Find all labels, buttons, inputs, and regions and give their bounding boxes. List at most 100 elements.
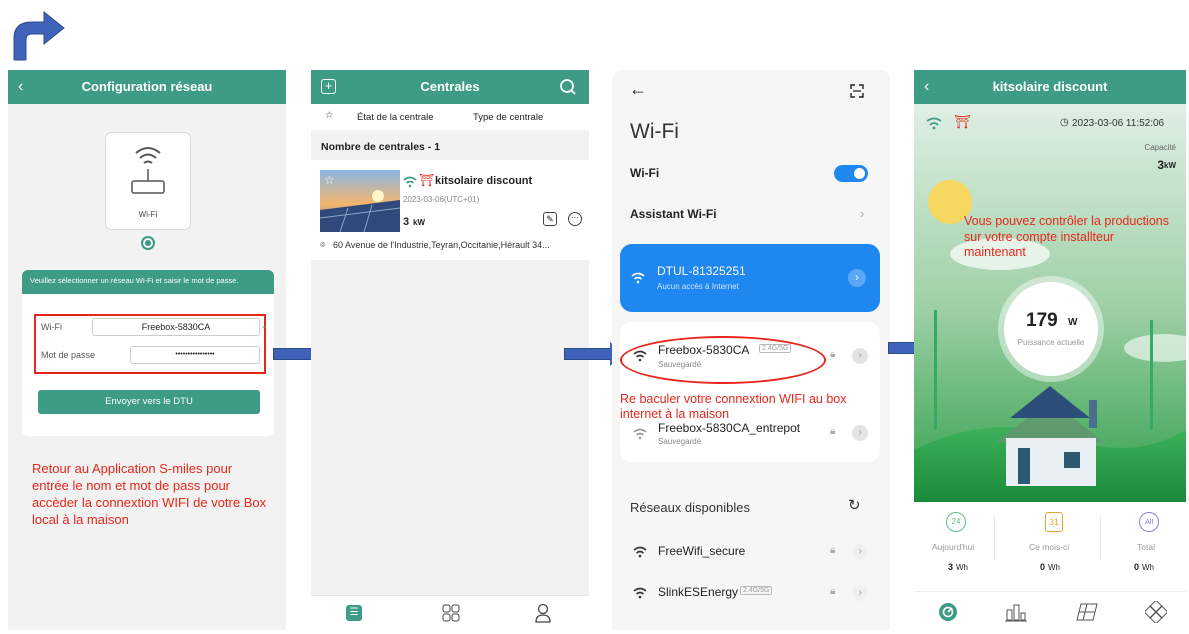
today-icon: 24 [946,512,966,532]
tab-plants-icon[interactable]: ☰ [346,605,362,621]
wifi-toggle[interactable] [834,165,868,182]
wifi-device-card[interactable]: Wi-Fi [105,132,191,230]
edit-icon[interactable]: ✎ [543,212,557,226]
device-radio[interactable] [141,236,155,250]
connected-ssid: DTUL-81325251 [657,264,746,278]
tab-profile-icon[interactable] [534,603,552,623]
wifi-signal-icon [633,428,647,440]
capacity-unit: kW [1164,161,1176,170]
send-to-dtu-button[interactable]: Envoyer vers le DTU [38,390,260,414]
back-arrow-icon[interactable]: ← [629,79,647,100]
device-label: Wi-Fi [138,210,158,219]
connected-status: Aucun accès à Internet [657,282,739,291]
connected-network-card[interactable]: DTUL-81325251 Aucun accès à Internet › [620,244,880,312]
available-network-ssid[interactable]: FreeWifi_secure [658,544,745,558]
tab-chart-icon[interactable] [1005,602,1027,622]
today-unit: Wh [956,563,968,572]
refresh-icon[interactable]: ↻ [848,496,861,514]
clock-icon: ◷ [1060,117,1069,128]
back-icon[interactable]: ‹ [18,70,23,104]
tab-layout-icon[interactable] [1076,602,1098,622]
total-value: 0 [1134,562,1140,572]
wifi-status-icon [926,117,942,130]
location-pin-icon: ⌾ [320,240,326,250]
tab-devices-icon[interactable] [1145,601,1167,623]
password-field[interactable]: •••••••••••••••• [130,346,260,364]
plant-card[interactable]: ☆ ⛩ kitsolaire discount 2023-03-06(UTC+0… [311,160,589,260]
router-icon [131,147,165,194]
energy-stats: 24 31 All Aujourd'hui Ce mois-ci Total 3… [914,502,1186,588]
chevron-down-icon[interactable]: ⌄ [260,320,268,331]
network-detail-button[interactable]: › [852,348,868,364]
network-config-screen: ‹ Configuration réseau Wi-Fi Veuillez sé… [8,70,286,630]
wifi-field-label: Wi-Fi [41,322,62,332]
capacity-label: Capacité [1144,143,1176,152]
lock-icon: 🔒︎ [830,586,836,597]
plant-dashboard-screen: ‹ kitsolaire discount ⛩ ◷ 2023-03-06 11:… [914,70,1186,632]
plant-power: 3 [403,216,410,228]
plant-power-unit: kW [413,218,425,227]
back-icon[interactable]: ‹ [924,70,929,104]
tab-devices-icon[interactable] [442,604,460,622]
tab-overview-icon[interactable] [938,602,958,622]
power-value: 179 [1026,310,1058,331]
chevron-right-icon: › [860,206,865,221]
lock-icon: 🔒︎ [830,349,836,360]
svg-text:☆: ☆ [324,173,335,187]
filter-type[interactable]: Type de centrale [473,112,543,123]
network-detail-button[interactable]: › [848,269,866,287]
power-label: Puissance actuelle [1017,338,1085,347]
page-title: Configuration réseau [81,79,213,94]
month-label: Ce mois-ci [1029,542,1070,552]
filter-bar: ☆ État de la centrale Type de centrale [311,104,589,130]
saved-network-status: Sauvegardé [658,360,702,369]
total-icon: All [1139,512,1159,532]
add-icon[interactable]: + [321,79,336,94]
scan-qr-icon[interactable] [850,84,864,98]
plant-date: 2023-03-06(UTC+01) [403,195,480,204]
header: ‹ Configuration réseau [8,70,286,104]
lock-icon: 🔒︎ [830,545,836,556]
capacity-value: 3 [1157,158,1164,172]
wifi-signal-icon [633,350,647,362]
page-title: Centrales [420,79,480,94]
annotation-text: Vous pouvez contrôler la productions sur… [964,214,1169,259]
wifi-status-icon [403,176,417,188]
band-badge: 2.4G/5G [759,344,792,353]
filter-state[interactable]: État de la centrale [357,112,434,123]
saved-network-ssid[interactable]: Freebox-5830CA [658,343,749,357]
plant-count: Nombre de centrales - 1 [321,141,441,153]
android-wifi-settings-screen: ← Wi-Fi Wi-Fi Assistant Wi-Fi › DTUL-813… [612,70,890,630]
annotation-text: Retour au Application S-miles pour entré… [32,461,267,527]
total-label: Total [1137,542,1155,552]
annotation-text: Re baculer votre connextion WIFI au box … [620,392,847,421]
wifi-ssid-field[interactable]: Freebox-5830CA [92,318,260,336]
plant-name: kitsolaire discount [435,175,533,187]
bottom-tab-bar [914,591,1186,632]
star-icon[interactable]: ☆ [325,110,334,121]
available-networks-heading: Réseaux disponibles [630,500,750,515]
available-network-ssid[interactable]: SlinkESEnergy [658,585,738,599]
today-value: 3 [948,562,954,572]
solar-plant-thumbnail: ☆ [320,170,400,232]
network-detail-button[interactable]: › [852,425,868,441]
assistant-wifi-item[interactable]: Assistant Wi-Fi [630,207,717,221]
plant-address: 60 Avenue de l'Industrie,Teyran,Occitani… [333,240,550,250]
curved-arrow-icon [13,10,65,61]
search-icon[interactable] [559,78,577,96]
password-field-label: Mot de passe [41,350,96,360]
network-detail-button[interactable]: › [852,585,868,601]
month-unit: Wh [1048,563,1060,572]
page-title: kitsolaire discount [992,79,1108,94]
saved-network-status: Sauvegardé [658,437,702,446]
timestamp: 2023-03-06 11:52:06 [1072,118,1165,129]
month-icon: 31 [1045,512,1063,532]
plants-screen: + Centrales ☆ État de la centrale Type d… [311,70,589,632]
network-detail-button[interactable]: › [852,544,868,560]
wifi-signal-icon [633,587,647,599]
divider [994,516,995,560]
power-unit: W [1068,317,1078,328]
saved-network-ssid[interactable]: Freebox-5830CA_entrepot [658,421,800,435]
month-value: 0 [1040,562,1046,572]
more-icon[interactable]: ··· [568,212,582,226]
